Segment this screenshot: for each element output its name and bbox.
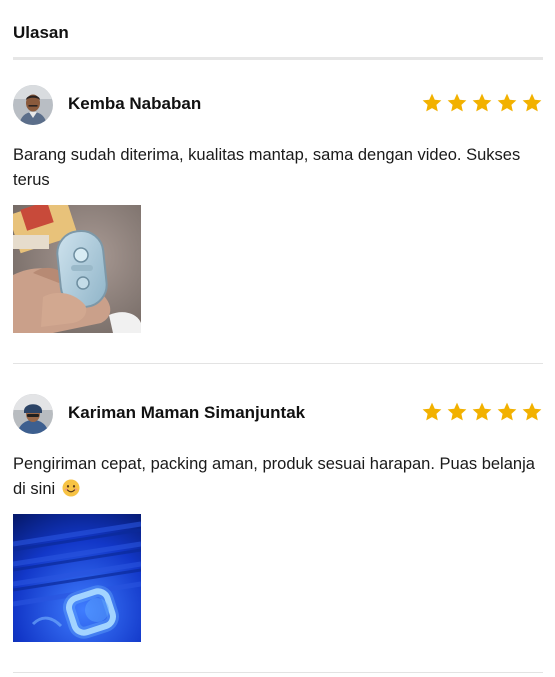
reviewer-name: Kariman Maman Simanjuntak [68, 403, 306, 422]
review-text-content: Pengiriman cepat, packing aman, produk s… [13, 455, 535, 498]
reviewer-name: Kemba Nababan [68, 94, 202, 113]
review-header: Kemba Nababan [13, 84, 543, 126]
star-icon [522, 93, 542, 112]
header-divider [13, 57, 543, 60]
star-icon [447, 402, 467, 421]
review-photo[interactable] [13, 205, 141, 333]
reviews-section: Ulasan Kemba Nababan Barang sudah diteri… [0, 0, 555, 677]
star-icon [472, 402, 492, 421]
star-icon [422, 402, 442, 421]
avatar[interactable] [13, 85, 53, 125]
review-header: Kariman Maman Simanjuntak [13, 393, 543, 435]
review-divider [13, 363, 543, 364]
review-text: Barang sudah diterima, kualitas mantap, … [13, 143, 543, 193]
star-rating [421, 401, 543, 423]
reviews-title: Ulasan [13, 23, 69, 42]
star-icon [447, 93, 467, 112]
smiling-face-emoji-icon [62, 479, 80, 497]
star-icon [497, 93, 517, 112]
review-text-content: Barang sudah diterima, kualitas mantap, … [13, 146, 521, 189]
review-photo[interactable] [13, 514, 141, 642]
star-icon [422, 93, 442, 112]
star-icon [497, 402, 517, 421]
review-item: Kemba Nababan Barang sudah diterima, kua… [13, 84, 543, 333]
avatar[interactable] [13, 394, 53, 434]
star-icon [522, 402, 542, 421]
review-divider [13, 672, 543, 673]
star-rating [421, 92, 543, 114]
review-item: Kariman Maman Simanjuntak Pengiriman cep… [13, 393, 543, 642]
star-icon [472, 93, 492, 112]
review-text: Pengiriman cepat, packing aman, produk s… [13, 452, 543, 502]
